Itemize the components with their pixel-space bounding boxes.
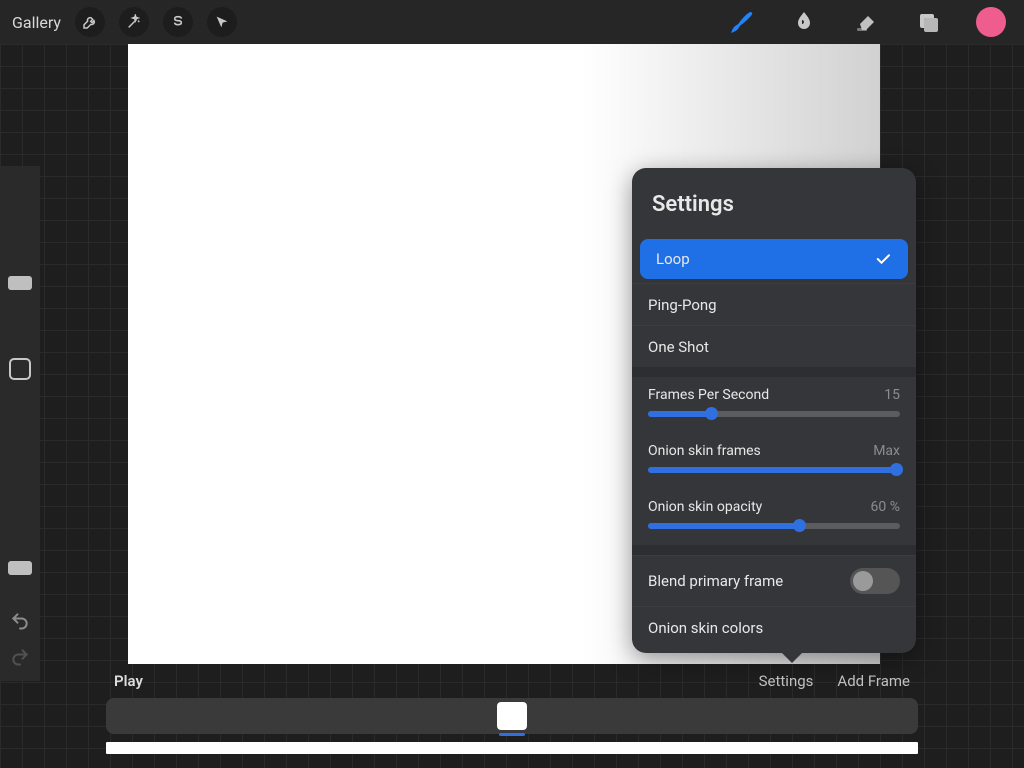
fps-slider-knob[interactable] bbox=[705, 407, 718, 420]
fps-value: 15 bbox=[884, 387, 900, 403]
wrench-icon bbox=[82, 14, 98, 30]
transform-button[interactable] bbox=[207, 7, 237, 37]
top-toolbar: Gallery bbox=[0, 0, 1024, 44]
checkmark-icon bbox=[874, 250, 892, 268]
onion-opacity-value: 60 % bbox=[871, 499, 900, 515]
blend-primary-label: Blend primary frame bbox=[648, 572, 783, 590]
topbar-right-group bbox=[728, 7, 1012, 37]
brush-opacity-slider[interactable] bbox=[17, 406, 23, 576]
eraser-tool[interactable] bbox=[852, 8, 880, 36]
onion-opacity-slider[interactable] bbox=[648, 523, 900, 529]
actions-button[interactable] bbox=[75, 7, 105, 37]
timeline-settings-button[interactable]: Settings bbox=[759, 672, 814, 690]
playback-mode-label: Ping-Pong bbox=[648, 296, 717, 314]
onion-opacity-slider-block: Onion skin opacity 60 % bbox=[632, 489, 916, 545]
undo-icon[interactable] bbox=[10, 611, 30, 631]
selection-button[interactable] bbox=[163, 7, 193, 37]
fps-slider[interactable] bbox=[648, 411, 900, 417]
smudge-icon bbox=[792, 10, 816, 34]
left-sidebar bbox=[0, 166, 40, 681]
animation-settings-popover: Settings Loop Ping-Pong One Shot Frames … bbox=[632, 168, 916, 653]
playback-mode-label: One Shot bbox=[648, 338, 709, 356]
color-swatch[interactable] bbox=[976, 7, 1006, 37]
playback-mode-pingpong[interactable]: Ping-Pong bbox=[632, 283, 916, 325]
popover-title: Settings bbox=[632, 168, 916, 235]
wand-icon bbox=[126, 14, 142, 30]
brush-size-knob[interactable] bbox=[8, 276, 32, 290]
playback-mode-loop[interactable]: Loop bbox=[640, 239, 908, 279]
s-icon bbox=[170, 14, 186, 30]
blend-primary-row: Blend primary frame bbox=[632, 555, 916, 606]
popover-arrow bbox=[780, 651, 804, 663]
onion-opacity-slider-knob[interactable] bbox=[793, 519, 806, 532]
modify-button[interactable] bbox=[9, 358, 31, 380]
toggle-dot bbox=[853, 571, 873, 591]
timeline-track[interactable] bbox=[106, 698, 918, 734]
timeline-header: Play Settings Add Frame bbox=[106, 666, 918, 696]
timeline-strip bbox=[106, 742, 918, 754]
brush-tool[interactable] bbox=[728, 8, 756, 36]
topbar-left-group: Gallery bbox=[12, 7, 237, 37]
layers-button[interactable] bbox=[914, 8, 942, 36]
gallery-button[interactable]: Gallery bbox=[12, 13, 61, 32]
fps-label: Frames Per Second bbox=[648, 387, 769, 403]
onion-frames-slider[interactable] bbox=[648, 467, 900, 473]
onion-skin-colors-label: Onion skin colors bbox=[648, 619, 763, 637]
cursor-icon bbox=[214, 14, 230, 30]
brush-size-slider[interactable] bbox=[17, 172, 23, 342]
onion-frames-label: Onion skin frames bbox=[648, 443, 761, 459]
onion-skin-colors-row[interactable]: Onion skin colors bbox=[632, 606, 916, 653]
popover-separator bbox=[632, 545, 916, 555]
brush-opacity-knob[interactable] bbox=[8, 561, 32, 575]
eraser-icon bbox=[854, 10, 878, 34]
redo-icon[interactable] bbox=[10, 647, 30, 667]
playback-mode-oneshot[interactable]: One Shot bbox=[632, 325, 916, 367]
onion-frames-slider-block: Onion skin frames Max bbox=[632, 433, 916, 489]
add-frame-button[interactable]: Add Frame bbox=[837, 672, 910, 690]
smudge-tool[interactable] bbox=[790, 8, 818, 36]
onion-opacity-label: Onion skin opacity bbox=[648, 499, 762, 515]
adjustments-button[interactable] bbox=[119, 7, 149, 37]
current-frame-indicator bbox=[499, 733, 525, 736]
fps-slider-block: Frames Per Second 15 bbox=[632, 377, 916, 433]
onion-frames-slider-knob[interactable] bbox=[890, 463, 903, 476]
playback-mode-label: Loop bbox=[656, 250, 690, 268]
play-button[interactable]: Play bbox=[114, 672, 143, 690]
frame-thumbnail[interactable] bbox=[497, 702, 527, 730]
layers-icon bbox=[916, 10, 940, 34]
blend-primary-toggle[interactable] bbox=[850, 568, 900, 594]
brush-icon bbox=[729, 9, 755, 35]
onion-frames-value: Max bbox=[873, 443, 900, 459]
popover-separator bbox=[632, 367, 916, 377]
animation-timeline: Play Settings Add Frame bbox=[106, 666, 918, 756]
